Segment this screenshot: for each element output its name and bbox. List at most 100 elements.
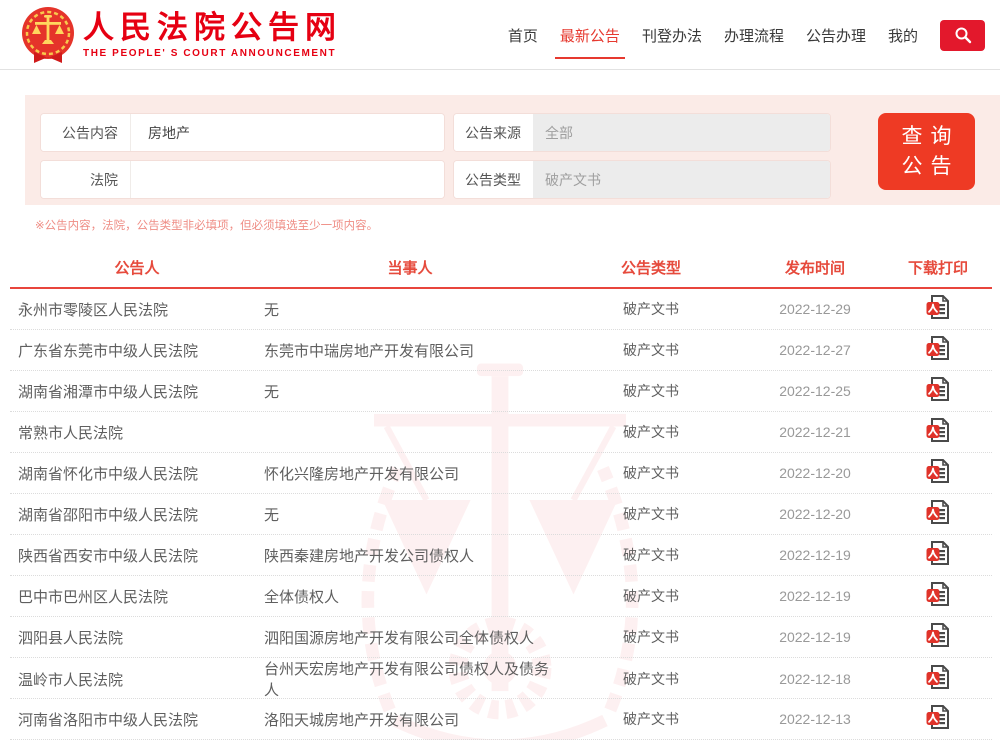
court-name: 泗阳县人民法院: [10, 627, 264, 648]
field-court: 法院: [40, 160, 445, 199]
download-print-cell: [884, 335, 992, 365]
pdf-download-button[interactable]: [926, 417, 951, 443]
site-subtitle: THE PEOPLE' S COURT ANNOUNCEMENT: [83, 48, 342, 59]
download-print-cell: [884, 540, 992, 570]
court-name: 湖南省湘潭市中级人民法院: [10, 381, 264, 402]
nav-item-latest-announcements[interactable]: 最新公告: [560, 20, 620, 51]
announcement-source-select[interactable]: [533, 114, 830, 151]
party-name: 怀化兴隆房地产开发有限公司: [264, 463, 556, 484]
pdf-download-button[interactable]: [926, 335, 951, 361]
column-header-party: 当事人: [264, 257, 556, 278]
publish-date: 2022-12-29: [746, 301, 884, 317]
nav-item-publishing-methods[interactable]: 刊登办法: [642, 20, 702, 51]
site-title: 人民法院公告网: [83, 11, 342, 45]
pdf-file-icon: [926, 376, 951, 402]
query-button-line1: 查询: [894, 122, 960, 152]
table-row: 温岭市人民法院 台州天宏房地产开发有限公司债权人及债务人 破产文书 2022-1…: [10, 658, 992, 699]
nav-item-announcement-handling[interactable]: 公告办理: [806, 20, 866, 51]
announcement-type: 破产文书: [556, 669, 746, 689]
pdf-file-icon: [926, 335, 951, 361]
logo-text: 人民法院公告网 THE PEOPLE' S COURT ANNOUNCEMENT: [83, 6, 342, 59]
download-print-cell: [884, 417, 992, 447]
download-print-cell: [884, 294, 992, 324]
download-print-cell: [884, 622, 992, 652]
announcement-type: 破产文书: [556, 586, 746, 606]
query-announcements-button[interactable]: 查询 公告: [878, 113, 975, 190]
column-header-download-print: 下载打印: [884, 257, 992, 278]
court-name: 湖南省邵阳市中级人民法院: [10, 504, 264, 525]
pdf-download-button[interactable]: [926, 540, 951, 566]
pdf-download-button[interactable]: [926, 622, 951, 648]
announcement-content-input[interactable]: [131, 114, 444, 151]
download-print-cell: [884, 376, 992, 406]
announcement-type: 破产文书: [556, 504, 746, 524]
column-header-type: 公告类型: [556, 257, 746, 278]
party-name: 无: [264, 381, 556, 402]
pdf-file-icon: [926, 664, 951, 690]
announcement-table: 公告人 当事人 公告类型 发布时间 下载打印 永州市零陵区人民法院 无 破产文书…: [10, 248, 992, 740]
pdf-download-button[interactable]: [926, 458, 951, 484]
announcement-type: 破产文书: [556, 299, 746, 319]
table-row: 巴中市巴州区人民法院 全体债权人 破产文书 2022-12-19: [10, 576, 992, 617]
court-name: 巴中市巴州区人民法院: [10, 586, 264, 607]
download-print-cell: [884, 458, 992, 488]
pdf-download-button[interactable]: [926, 499, 951, 525]
announcement-type: 破产文书: [556, 422, 746, 442]
main-nav: 首页 最新公告 刊登办法 办理流程 公告办理 我的: [508, 0, 985, 70]
table-row: 湖南省湘潭市中级人民法院 无 破产文书 2022-12-25: [10, 371, 992, 412]
search-icon: [954, 26, 972, 44]
column-header-publish-date: 发布时间: [746, 257, 884, 278]
announcement-type: 破产文书: [556, 709, 746, 729]
announcement-type: 破产文书: [556, 340, 746, 360]
publish-date: 2022-12-19: [746, 547, 884, 563]
nav-item-home[interactable]: 首页: [508, 20, 538, 51]
pdf-file-icon: [926, 622, 951, 648]
publish-date: 2022-12-18: [746, 671, 884, 687]
publish-date: 2022-12-20: [746, 506, 884, 522]
header-search-button[interactable]: [940, 20, 985, 51]
query-button-line2: 公告: [894, 152, 960, 182]
pdf-file-icon: [926, 499, 951, 525]
field-announcement-source: 公告来源: [453, 113, 831, 152]
nav-item-process[interactable]: 办理流程: [724, 20, 784, 51]
announcement-type: 破产文书: [556, 463, 746, 483]
party-name: 洛阳天城房地产开发有限公司: [264, 709, 556, 730]
pdf-download-button[interactable]: [926, 294, 951, 320]
publish-date: 2022-12-27: [746, 342, 884, 358]
party-name: 台州天宏房地产开发有限公司债权人及债务人: [264, 658, 556, 700]
pdf-file-icon: [926, 417, 951, 443]
nav-item-my[interactable]: 我的: [888, 20, 918, 51]
party-name: 陕西秦建房地产开发公司债权人: [264, 545, 556, 566]
pdf-file-icon: [926, 581, 951, 607]
announcement-content-label: 公告内容: [41, 114, 131, 151]
party-name: 无: [264, 504, 556, 525]
announcement-type-select[interactable]: [533, 161, 830, 198]
pdf-file-icon: [926, 458, 951, 484]
download-print-cell: [884, 581, 992, 611]
party-name: 无: [264, 299, 556, 320]
pdf-file-icon: [926, 294, 951, 320]
table-row: 河南省洛阳市中级人民法院 洛阳天城房地产开发有限公司 破产文书 2022-12-…: [10, 699, 992, 740]
pdf-download-button[interactable]: [926, 581, 951, 607]
table-header-row: 公告人 当事人 公告类型 发布时间 下载打印: [10, 248, 992, 289]
pdf-file-icon: [926, 540, 951, 566]
table-row: 湖南省邵阳市中级人民法院 无 破产文书 2022-12-20: [10, 494, 992, 535]
download-print-cell: [884, 664, 992, 694]
field-announcement-content: 公告内容: [40, 113, 445, 152]
announcement-table-body: 永州市零陵区人民法院 无 破产文书 2022-12-29 广东省东莞市中级人民法…: [10, 289, 992, 740]
court-name: 河南省洛阳市中级人民法院: [10, 709, 264, 730]
court-name: 永州市零陵区人民法院: [10, 299, 264, 320]
publish-date: 2022-12-21: [746, 424, 884, 440]
table-row: 广东省东莞市中级人民法院 东莞市中瑞房地产开发有限公司 破产文书 2022-12…: [10, 330, 992, 371]
announcement-type-label: 公告类型: [454, 161, 533, 198]
court-input[interactable]: [131, 161, 444, 198]
form-note: ※公告内容，法院，公告类型非必填项，但必须填选至少一项内容。: [35, 217, 378, 233]
court-emblem-icon: [20, 6, 76, 66]
pdf-download-button[interactable]: [926, 664, 951, 690]
pdf-download-button[interactable]: [926, 704, 951, 730]
site-logo[interactable]: 人民法院公告网 THE PEOPLE' S COURT ANNOUNCEMENT: [20, 6, 342, 66]
pdf-download-button[interactable]: [926, 376, 951, 402]
party-name: 全体债权人: [264, 586, 556, 607]
table-row: 常熟市人民法院 破产文书 2022-12-21: [10, 412, 992, 453]
court-name: 温岭市人民法院: [10, 669, 264, 690]
